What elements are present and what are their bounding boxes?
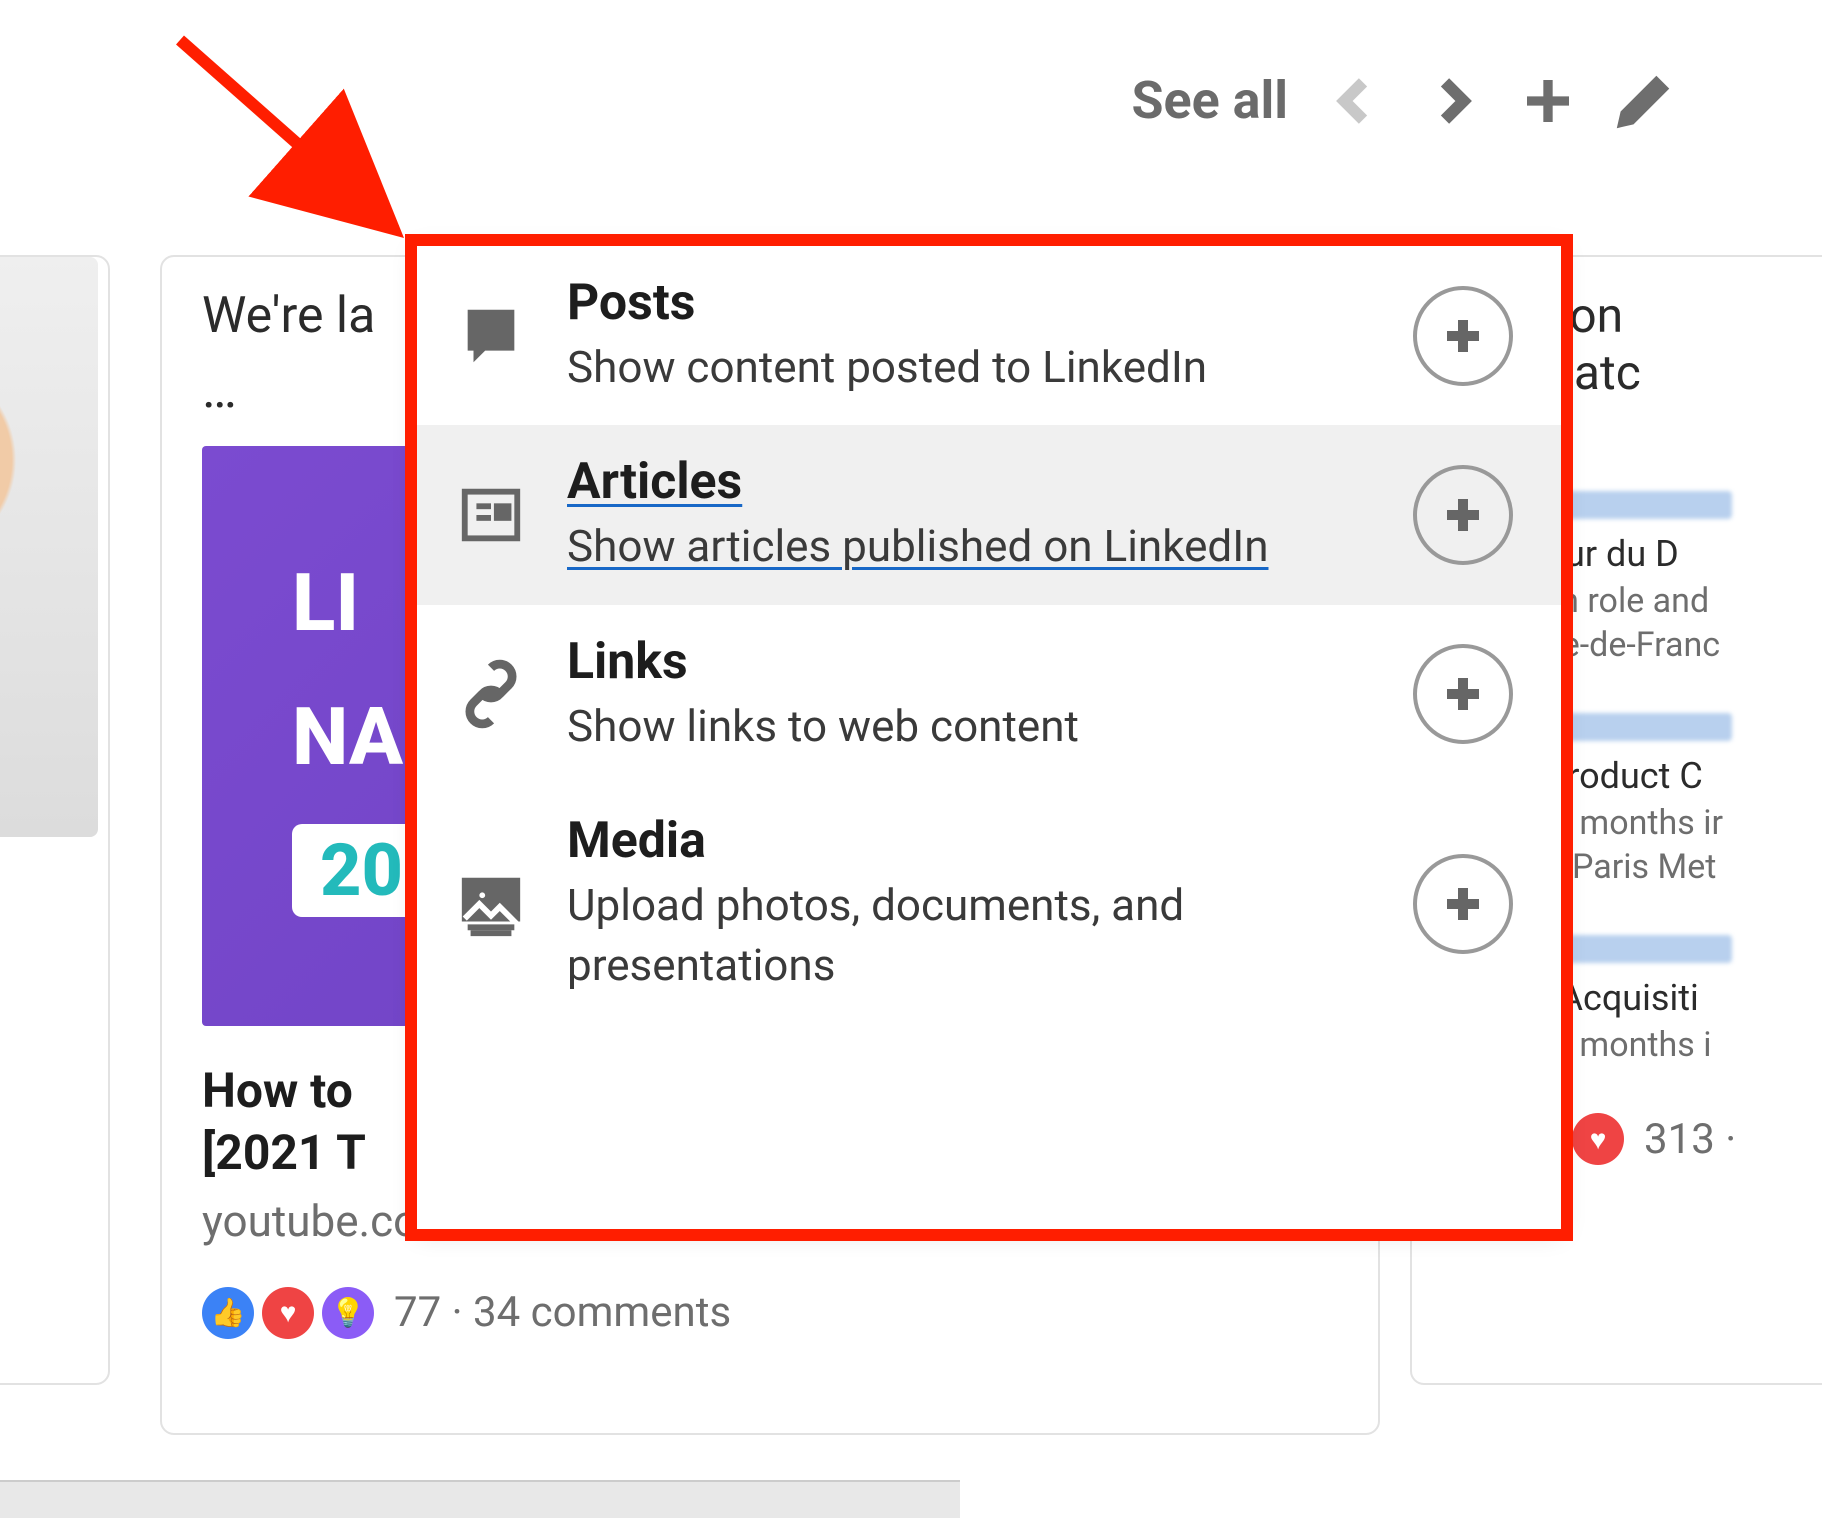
- menu-item-text: Media Upload photos, documents, and pres…: [567, 812, 1377, 995]
- like-icon: 👍: [202, 1287, 254, 1339]
- heart-icon: ♥: [1572, 1113, 1624, 1165]
- add-button[interactable]: [1413, 644, 1513, 744]
- activity-card-left[interactable]: Evab ɔer ɔ…: [0, 255, 110, 1385]
- insight-icon: 💡: [322, 1287, 374, 1339]
- add-button[interactable]: [1413, 465, 1513, 565]
- menu-item-title: Articles: [567, 453, 1377, 511]
- reactions-row[interactable]: 👍 ♥ 💡 77 · 34 comments: [202, 1287, 1338, 1339]
- menu-item-media[interactable]: Media Upload photos, documents, and pres…: [417, 784, 1561, 1023]
- card-left-snippet: ɔer: [0, 877, 68, 934]
- chevron-left-icon[interactable]: [1328, 73, 1384, 129]
- link-icon: [451, 654, 531, 734]
- browser-statusbar: [0, 1480, 960, 1518]
- menu-item-articles[interactable]: Articles Show articles published on Link…: [417, 425, 1561, 604]
- add-icon[interactable]: [1520, 73, 1576, 129]
- menu-item-desc: Show articles published on LinkedIn: [567, 517, 1377, 576]
- card-left-ellipsis: ɔ…: [0, 950, 68, 1007]
- menu-item-text: Posts Show content posted to LinkedIn: [567, 274, 1377, 397]
- chevron-right-icon[interactable]: [1424, 73, 1480, 129]
- thumb-text-1: LI: [292, 556, 359, 650]
- menu-item-text: Links Show links to web content: [567, 633, 1377, 756]
- article-icon: [451, 475, 531, 555]
- reaction-count: 77 · 34 comments: [394, 1288, 731, 1337]
- menu-item-desc: Show links to web content: [567, 697, 1377, 756]
- heart-icon: ♥: [262, 1287, 314, 1339]
- add-button[interactable]: [1413, 286, 1513, 386]
- add-button[interactable]: [1413, 854, 1513, 954]
- menu-item-title: Media: [567, 812, 1377, 870]
- add-featured-menu: Posts Show content posted to LinkedIn Ar…: [417, 246, 1561, 1229]
- avatar-image: [0, 257, 98, 837]
- menu-item-title: Posts: [567, 274, 1377, 332]
- menu-item-links[interactable]: Links Show links to web content: [417, 605, 1561, 784]
- menu-item-posts[interactable]: Posts Show content posted to LinkedIn: [417, 246, 1561, 425]
- reaction-count: 313 ·: [1644, 1115, 1736, 1164]
- menu-item-title: Links: [567, 633, 1377, 691]
- activity-toolbar: See all: [1132, 70, 1672, 131]
- menu-item-desc: Upload photos, documents, and presentati…: [567, 876, 1377, 995]
- edit-icon[interactable]: [1616, 73, 1672, 129]
- post-icon: [451, 296, 531, 376]
- menu-item-desc: Show content posted to LinkedIn: [567, 338, 1377, 397]
- menu-item-text: Articles Show articles published on Link…: [567, 453, 1377, 576]
- see-all-link[interactable]: See all: [1132, 70, 1288, 131]
- media-icon: [451, 864, 531, 944]
- thumb-text-2: NA: [292, 690, 403, 784]
